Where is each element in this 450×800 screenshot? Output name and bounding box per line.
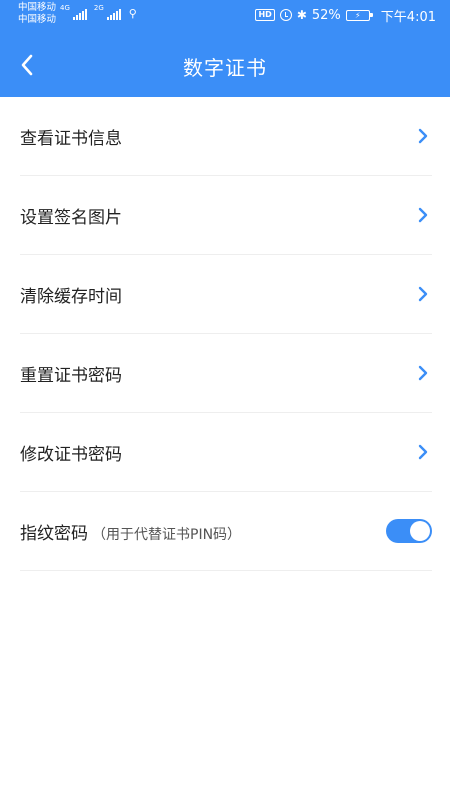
- menu-item-label: 查看证书信息: [20, 128, 122, 149]
- fingerprint-label: 指纹密码: [20, 523, 88, 544]
- status-right: HD ✱ 52% ⚡ 下午4:01: [255, 6, 436, 25]
- chevron-right-icon: [416, 363, 430, 383]
- fingerprint-note: （用于代替证书PIN码）: [92, 526, 242, 543]
- status-bar: 中国移动 中国移动 4G 2G ⚲ HD ✱ 52% ⚡ 下午4:01: [0, 0, 450, 32]
- nav-bar: 数字证书: [0, 40, 450, 90]
- fingerprint-label-group: 指纹密码 （用于代替证书PIN码）: [20, 519, 241, 544]
- chevron-right-icon: [416, 284, 430, 304]
- carrier-1: 中国移动: [18, 2, 57, 13]
- carrier-2: 中国移动: [18, 14, 57, 25]
- menu-item-signature-image[interactable]: 设置签名图片: [20, 176, 432, 255]
- menu-item-label: 设置签名图片: [20, 207, 122, 228]
- header-bar: 中国移动 中国移动 4G 2G ⚲ HD ✱ 52% ⚡ 下午4:01 数字证书: [0, 0, 450, 97]
- alarm-icon: [279, 9, 292, 21]
- fingerprint-toggle[interactable]: [386, 519, 432, 543]
- menu-item-clear-cache[interactable]: 清除缓存时间: [20, 255, 432, 334]
- page-title: 数字证书: [183, 56, 267, 80]
- toggle-knob: [410, 521, 430, 541]
- menu-item-change-password[interactable]: 修改证书密码: [20, 413, 432, 492]
- usb-icon: ⚲: [128, 7, 137, 20]
- hd-icon: HD: [255, 9, 275, 21]
- clock: 下午4:01: [380, 9, 436, 25]
- chevron-right-icon: [416, 442, 430, 462]
- signal-bars-icon: [106, 8, 121, 20]
- network-indicators: 4G 2G ⚲: [60, 4, 137, 20]
- menu-item-label: 清除缓存时间: [20, 286, 122, 307]
- bluetooth-icon: ✱: [296, 8, 307, 22]
- carrier-names: 中国移动 中国移动: [18, 2, 56, 26]
- battery-icon: ⚡: [345, 9, 373, 21]
- menu-item-label: 修改证书密码: [20, 444, 122, 465]
- settings-list: 查看证书信息 设置签名图片 清除缓存时间 重置证书密码 修改证书密码 指纹密码（…: [0, 97, 450, 571]
- chevron-right-icon: [416, 205, 430, 225]
- fingerprint-password-row: 指纹密码 （用于代替证书PIN码）: [20, 492, 432, 571]
- chevron-right-icon: [416, 126, 430, 146]
- network-type-2: 2G: [93, 4, 104, 12]
- signal-bars-icon: [72, 8, 87, 20]
- menu-item-label: 重置证书密码: [20, 365, 122, 386]
- menu-item-reset-password[interactable]: 重置证书密码: [20, 334, 432, 413]
- battery-percent: 52%: [311, 7, 341, 23]
- menu-item-view-certificate[interactable]: 查看证书信息: [20, 97, 432, 176]
- network-type-1: 4G: [60, 4, 70, 12]
